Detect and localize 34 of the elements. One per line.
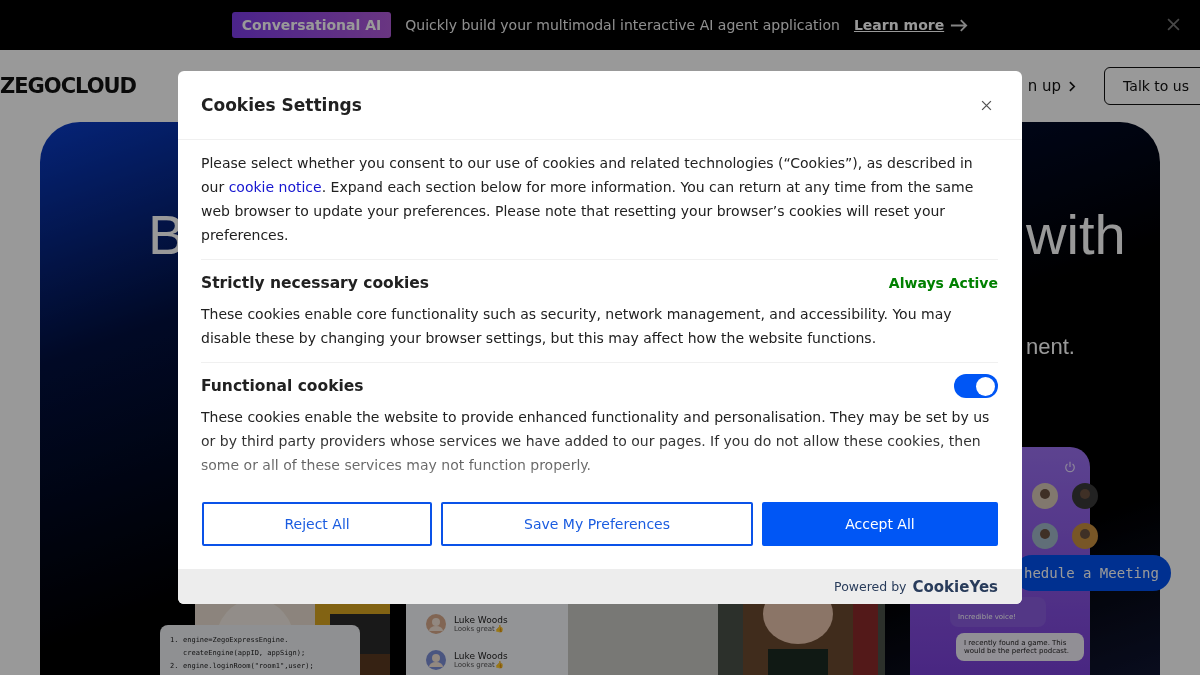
hero-subtitle: nent. <box>1026 334 1075 360</box>
close-icon[interactable] <box>981 99 992 111</box>
powered-by-text: Powered by <box>834 579 907 594</box>
avatar-icon <box>1032 483 1058 509</box>
avatar-icon <box>1072 483 1098 509</box>
brand-logo[interactable]: CookieYes <box>912 577 998 596</box>
product-badge: Conversational AI <box>231 12 392 38</box>
chevron-icon <box>1069 80 1077 92</box>
chat-name: Luke Woods <box>454 615 508 625</box>
intro-text: Please select whether you consent to our use of cookies and related technologies (“Cookies”), as described in our cookie notice. Expand each section below for more information. You can return at any time from the same web browser to update your preferences. Please note that resetting your browser’s cookies will reset your preferences. <box>201 151 998 260</box>
avatar-icon <box>426 650 446 670</box>
arrow-icon <box>950 18 969 32</box>
section-description: These cookies enable the website to provide enhanced functionality and personalisation. They may be set by us or by third party providers whose services we have added to our pages. If you do not allow these cookies, then some or all of these services may not function properly. <box>201 408 991 475</box>
power-icon <box>1064 461 1076 473</box>
dialog-button[interactable]: Reject All <box>202 502 433 546</box>
talk-to-us-button[interactable]: Talk to us <box>1104 67 1200 105</box>
hero-title: with <box>1026 202 1126 267</box>
chat-name: Luke Woods <box>454 651 508 661</box>
logo[interactable]: ZEGOCLOUD <box>0 74 137 98</box>
status-label: Always Active <box>888 275 998 291</box>
nav-link[interactable]: n up <box>1027 77 1077 95</box>
banner-text: Quickly build your multimodal interactive AI agent application <box>405 17 840 33</box>
dialog-button[interactable]: Save My Preferences <box>441 502 753 546</box>
learn-more-link[interactable]: Learn more <box>853 17 969 33</box>
avatar-icon <box>426 614 446 634</box>
cookie-notice-link[interactable]: cookie notice <box>228 179 322 195</box>
avatar-icon <box>1072 523 1098 549</box>
accept-all-button[interactable]: Accept All <box>761 502 998 546</box>
section-title: Functional cookies <box>201 377 364 395</box>
dialog-title: Cookies Settings <box>201 95 362 115</box>
avatar-icon <box>1032 523 1058 549</box>
section-title: Strictly necessary cookies <box>201 274 430 292</box>
toggle-switch[interactable] <box>954 374 998 398</box>
section-description: These cookies enable core functionality such as security, network management, and accessibility. You may disable these by changing your browser settings, but this may affect how the website functions. <box>201 305 953 348</box>
